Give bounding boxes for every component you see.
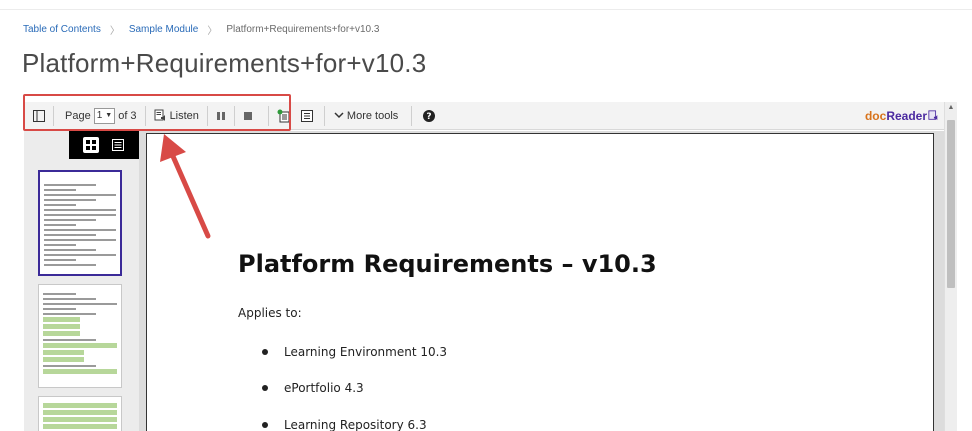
page-title: Platform+Requirements+for+v10.3 — [22, 48, 427, 78]
document-bullet: ePortfolio 4.3 — [262, 381, 364, 395]
annotation-arrow-icon — [160, 134, 211, 239]
breadcrumb-table-of-contents[interactable]: Table of Contents — [23, 24, 101, 35]
document-bullet: Learning Repository 6.3 — [262, 418, 427, 431]
toolbar-divider — [323, 105, 325, 126]
breadcrumb-current: Platform+Requirements+for+v10.3 — [226, 24, 380, 35]
document-bullet-text: ePortfolio 4.3 — [284, 381, 364, 395]
breadcrumb: Table of Contents 〉 Sample Module 〉 Plat… — [23, 22, 379, 37]
bullet-dot — [262, 349, 268, 355]
text-view-button[interactable] — [296, 105, 318, 127]
toolbar-divider — [411, 105, 413, 126]
scroll-up-arrow-icon[interactable]: ▲ — [945, 104, 957, 111]
document-applies-to: Applies to: — [238, 306, 302, 320]
scrollbar-thumb[interactable] — [947, 120, 955, 288]
breadcrumb-separator: 〉 — [207, 26, 218, 37]
sidebar-view-toggle — [69, 131, 139, 159]
breadcrumb-sample-module[interactable]: Sample Module — [129, 24, 198, 35]
text-document-icon — [300, 109, 313, 122]
document-heading: Platform Requirements – v10.3 — [238, 250, 657, 278]
document-bullet-text: Learning Environment 10.3 — [284, 345, 448, 359]
more-tools-label: More tools — [346, 109, 399, 122]
thumbnail-view-button[interactable] — [82, 137, 99, 153]
docreader-logo-reader: Reader — [886, 108, 927, 123]
speaker-document-icon — [928, 110, 938, 121]
page-thumbnail-1[interactable] — [38, 170, 122, 276]
bullet-dot — [262, 422, 268, 428]
more-tools-button[interactable]: More tools — [328, 105, 403, 127]
document-bullet-text: Learning Repository 6.3 — [284, 418, 427, 431]
top-divider — [0, 0, 972, 10]
list-icon — [111, 139, 124, 151]
breadcrumb-separator: 〉 — [109, 26, 120, 37]
help-button[interactable]: ? — [415, 105, 440, 127]
list-view-button[interactable] — [110, 137, 126, 153]
grid-icon — [85, 140, 96, 150]
page-thumbnail-3[interactable] — [38, 396, 122, 431]
help-icon: ? — [423, 109, 436, 122]
document-scrollbar[interactable]: ▲ — [944, 102, 957, 431]
annotation-highlight-box — [23, 94, 291, 131]
bullet-dot — [262, 385, 268, 391]
page-thumbnail-2[interactable] — [38, 284, 122, 388]
docreader-logo: doc Reader — [865, 109, 939, 123]
document-bullet: Learning Environment 10.3 — [262, 345, 447, 359]
docreader-logo-doc: doc — [864, 108, 887, 123]
svg-text:?: ? — [427, 112, 432, 122]
chevron-down-icon — [334, 112, 344, 119]
